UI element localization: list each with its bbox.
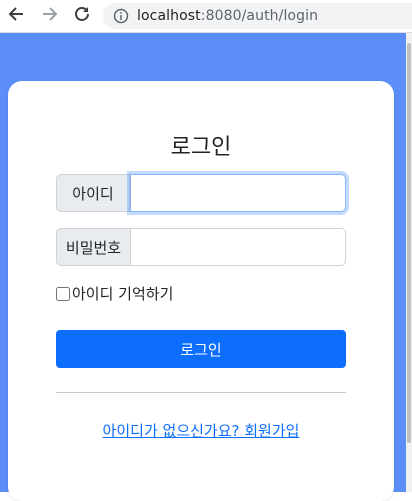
address-bar[interactable]: localhost:8080/auth/login bbox=[103, 3, 412, 29]
login-card: 로그인 아이디 비밀번호 아이디 기억하기 로그인 아이디가 없으신가요? 회원… bbox=[8, 81, 394, 501]
browser-toolbar: localhost:8080/auth/login bbox=[0, 0, 412, 33]
reload-icon bbox=[73, 5, 91, 27]
scrollbar-thumb[interactable] bbox=[407, 43, 411, 443]
login-button[interactable]: 로그인 bbox=[56, 330, 346, 368]
id-label: 아이디 bbox=[56, 174, 130, 212]
url-path: :8080/auth/login bbox=[200, 8, 319, 24]
password-field[interactable] bbox=[131, 228, 346, 266]
url-text: localhost:8080/auth/login bbox=[137, 8, 318, 24]
divider bbox=[56, 392, 346, 393]
signup-link[interactable]: 아이디가 없으신가요? 회원가입 bbox=[8, 420, 394, 441]
id-field[interactable] bbox=[130, 174, 346, 212]
forward-arrow-icon bbox=[41, 5, 59, 27]
password-label: 비밀번호 bbox=[56, 228, 131, 266]
id-input-group: 아이디 bbox=[56, 174, 346, 212]
password-input-group: 비밀번호 bbox=[56, 228, 346, 266]
forward-button[interactable] bbox=[38, 4, 62, 28]
remember-checkbox[interactable] bbox=[56, 286, 70, 301]
reload-button[interactable] bbox=[70, 4, 94, 28]
url-host: localhost bbox=[137, 8, 201, 24]
remember-id[interactable]: 아이디 기억하기 bbox=[56, 283, 173, 304]
remember-label: 아이디 기억하기 bbox=[72, 285, 174, 303]
back-button[interactable] bbox=[4, 4, 28, 28]
scrollbar[interactable] bbox=[406, 33, 412, 492]
back-arrow-icon bbox=[7, 5, 25, 27]
page-title: 로그인 bbox=[170, 135, 232, 160]
info-icon[interactable] bbox=[113, 8, 129, 24]
